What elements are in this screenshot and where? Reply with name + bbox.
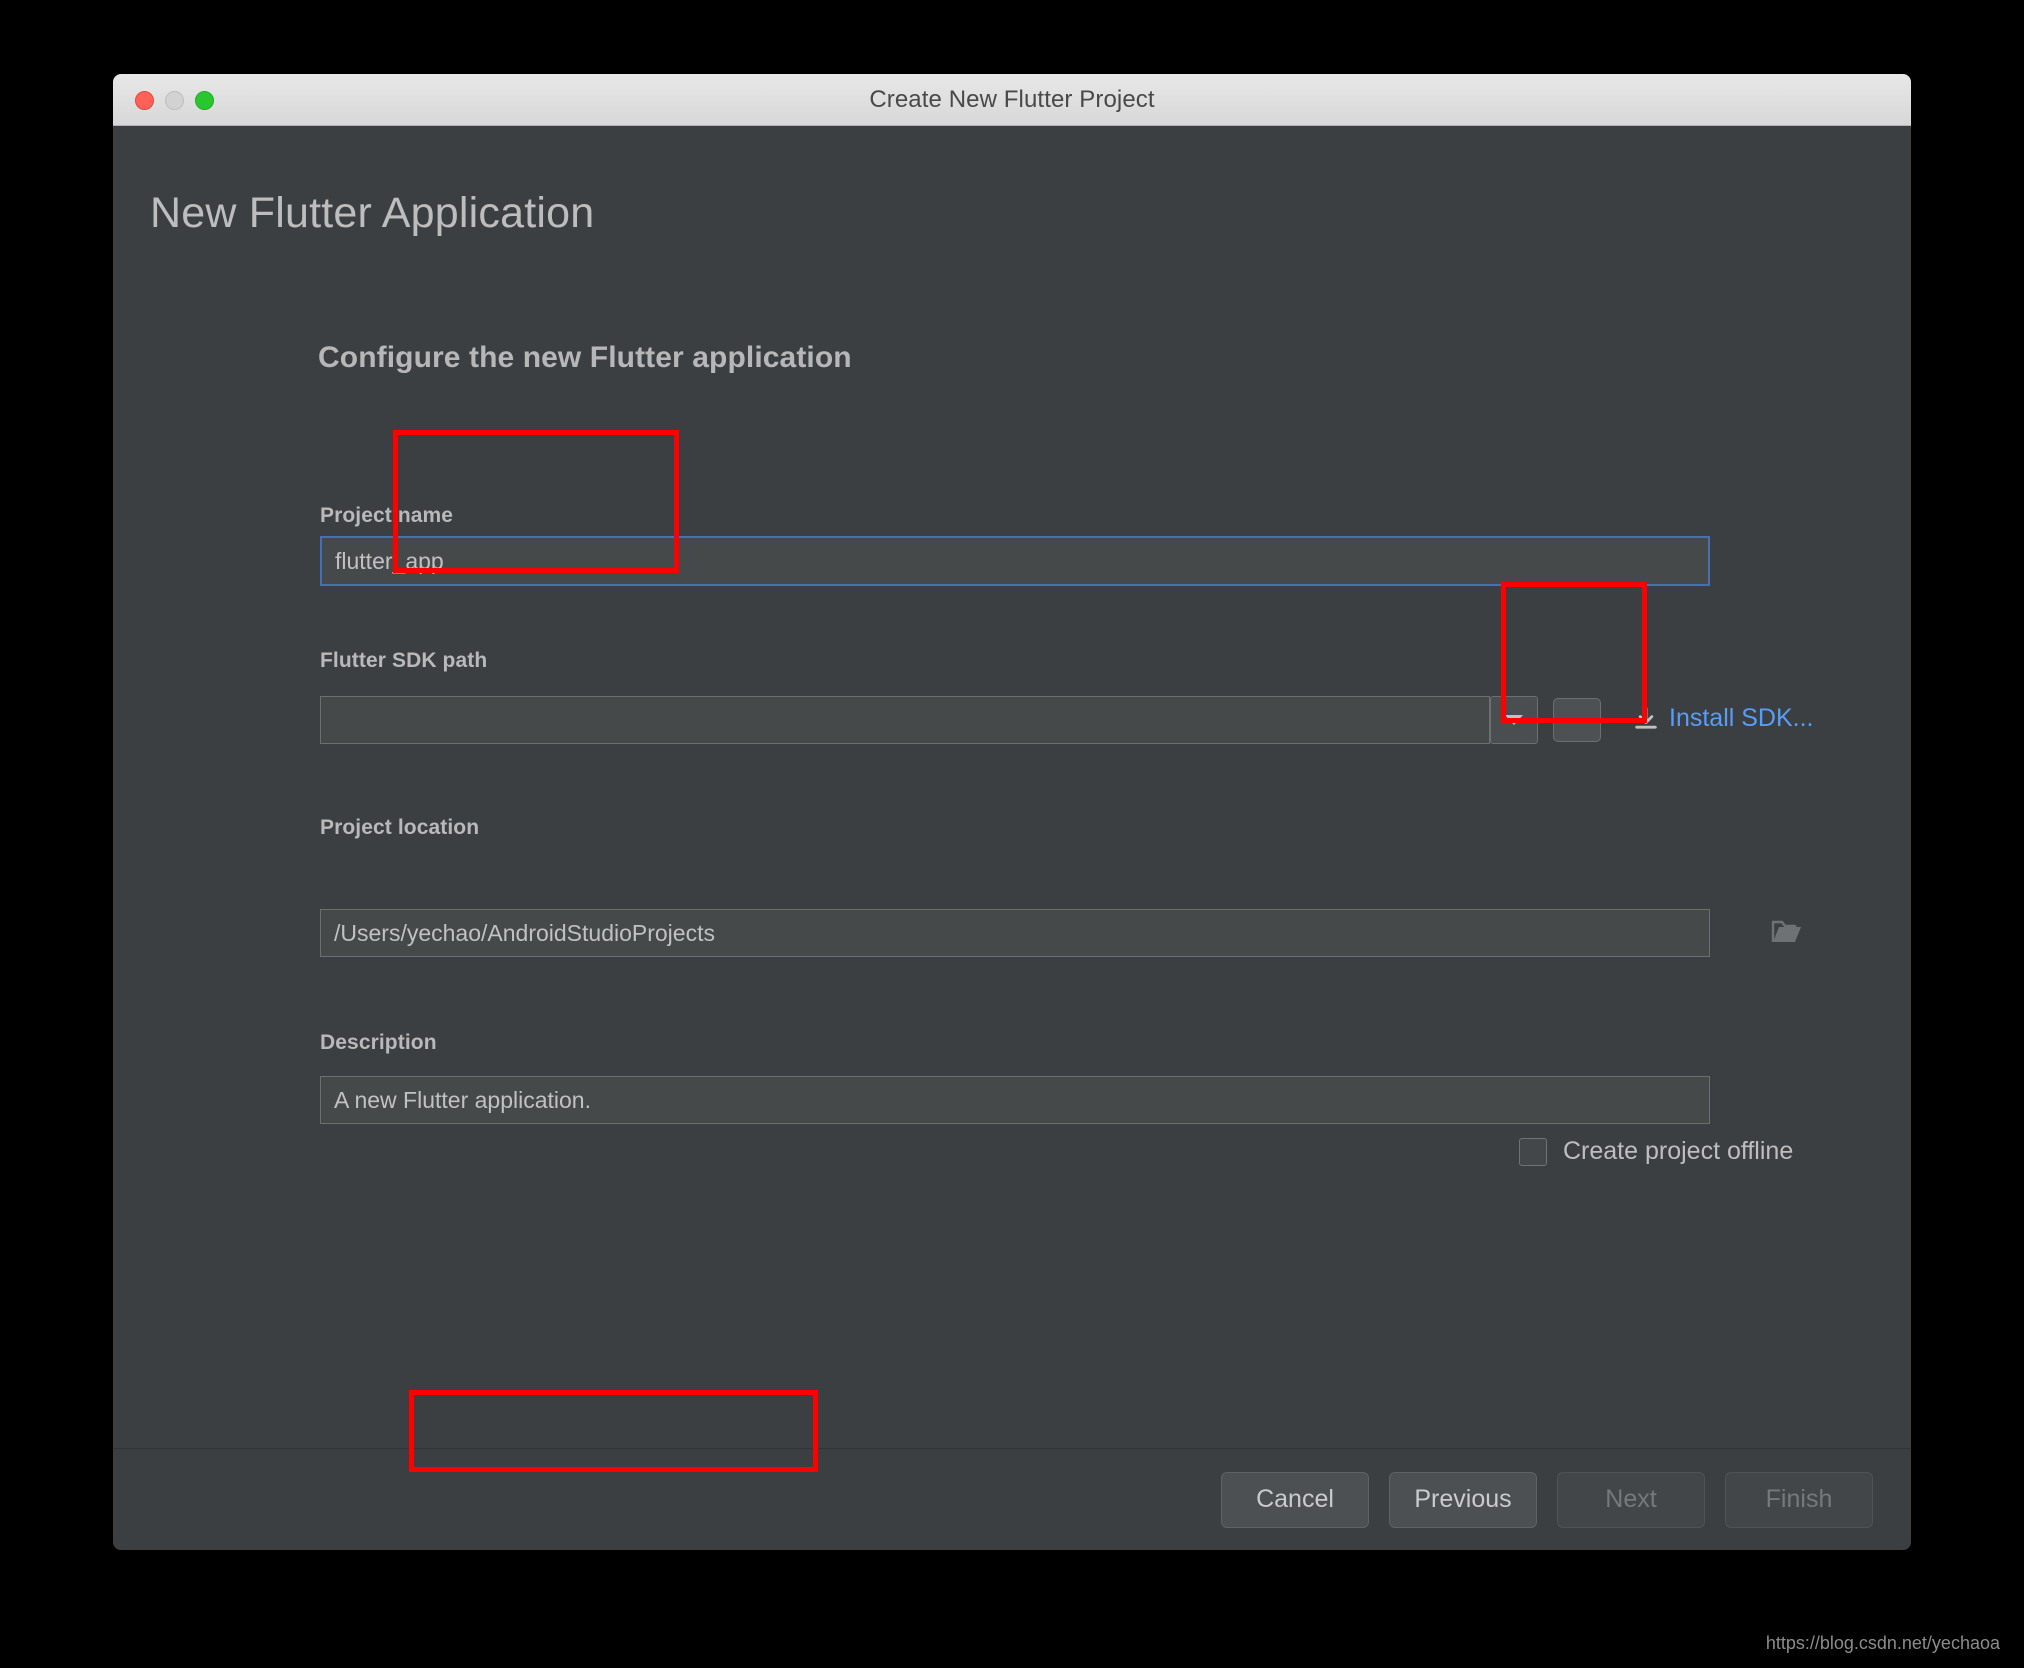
previous-button[interactable]: Previous bbox=[1389, 1471, 1537, 1528]
window-title: Create New Flutter Project bbox=[869, 85, 1155, 113]
window-titlebar: Create New Flutter Project bbox=[113, 74, 1911, 126]
install-sdk-link[interactable]: Install SDK... bbox=[1669, 704, 1814, 733]
screen-root: Create New Flutter Project New Flutter A… bbox=[0, 0, 2024, 1668]
form-content: Configure the new Flutter application Pr… bbox=[113, 126, 1911, 1550]
maximize-window-button[interactable] bbox=[195, 90, 214, 110]
sdk-path-dropdown-button[interactable] bbox=[1490, 696, 1538, 744]
description-input[interactable]: A new Flutter application. bbox=[320, 1076, 1710, 1124]
cancel-button[interactable]: Cancel bbox=[1221, 1471, 1369, 1528]
watermark: https://blog.csdn.net/yechaoa bbox=[1765, 1633, 2000, 1653]
sdk-path-input[interactable] bbox=[320, 696, 1490, 744]
project-location-input[interactable]: /Users/yechao/AndroidStudioProjects bbox=[320, 909, 1710, 957]
download-icon bbox=[1635, 707, 1657, 729]
project-name-label: Project name bbox=[320, 504, 454, 527]
minimize-window-button[interactable] bbox=[165, 90, 184, 110]
section-heading: Configure the new Flutter application bbox=[318, 341, 852, 374]
close-window-button[interactable] bbox=[135, 90, 154, 110]
project-name-input[interactable]: flutter_app bbox=[320, 536, 1710, 586]
dialog-body: New Flutter Application Configure the ne… bbox=[113, 126, 1911, 1550]
description-label: Description bbox=[320, 1031, 437, 1054]
finish-button: Finish bbox=[1725, 1471, 1873, 1528]
dialog-footer: Cancel Previous Next Finish bbox=[113, 1448, 1911, 1550]
create-project-offline-label: Create project offline bbox=[1563, 1137, 1794, 1165]
next-button: Next bbox=[1557, 1471, 1705, 1528]
create-project-offline-checkbox[interactable] bbox=[1519, 1137, 1547, 1166]
sdk-path-label: Flutter SDK path bbox=[320, 649, 488, 672]
dialog-window: Create New Flutter Project New Flutter A… bbox=[113, 74, 1911, 1550]
chevron-down-icon bbox=[1505, 715, 1523, 725]
folder-icon[interactable] bbox=[1771, 918, 1803, 946]
project-location-label: Project location bbox=[320, 816, 480, 839]
create-project-offline-row[interactable]: Create project offline bbox=[1519, 1137, 1793, 1166]
traffic-light-controls bbox=[135, 74, 214, 126]
sdk-path-browse-button[interactable]: ... bbox=[1553, 698, 1601, 742]
